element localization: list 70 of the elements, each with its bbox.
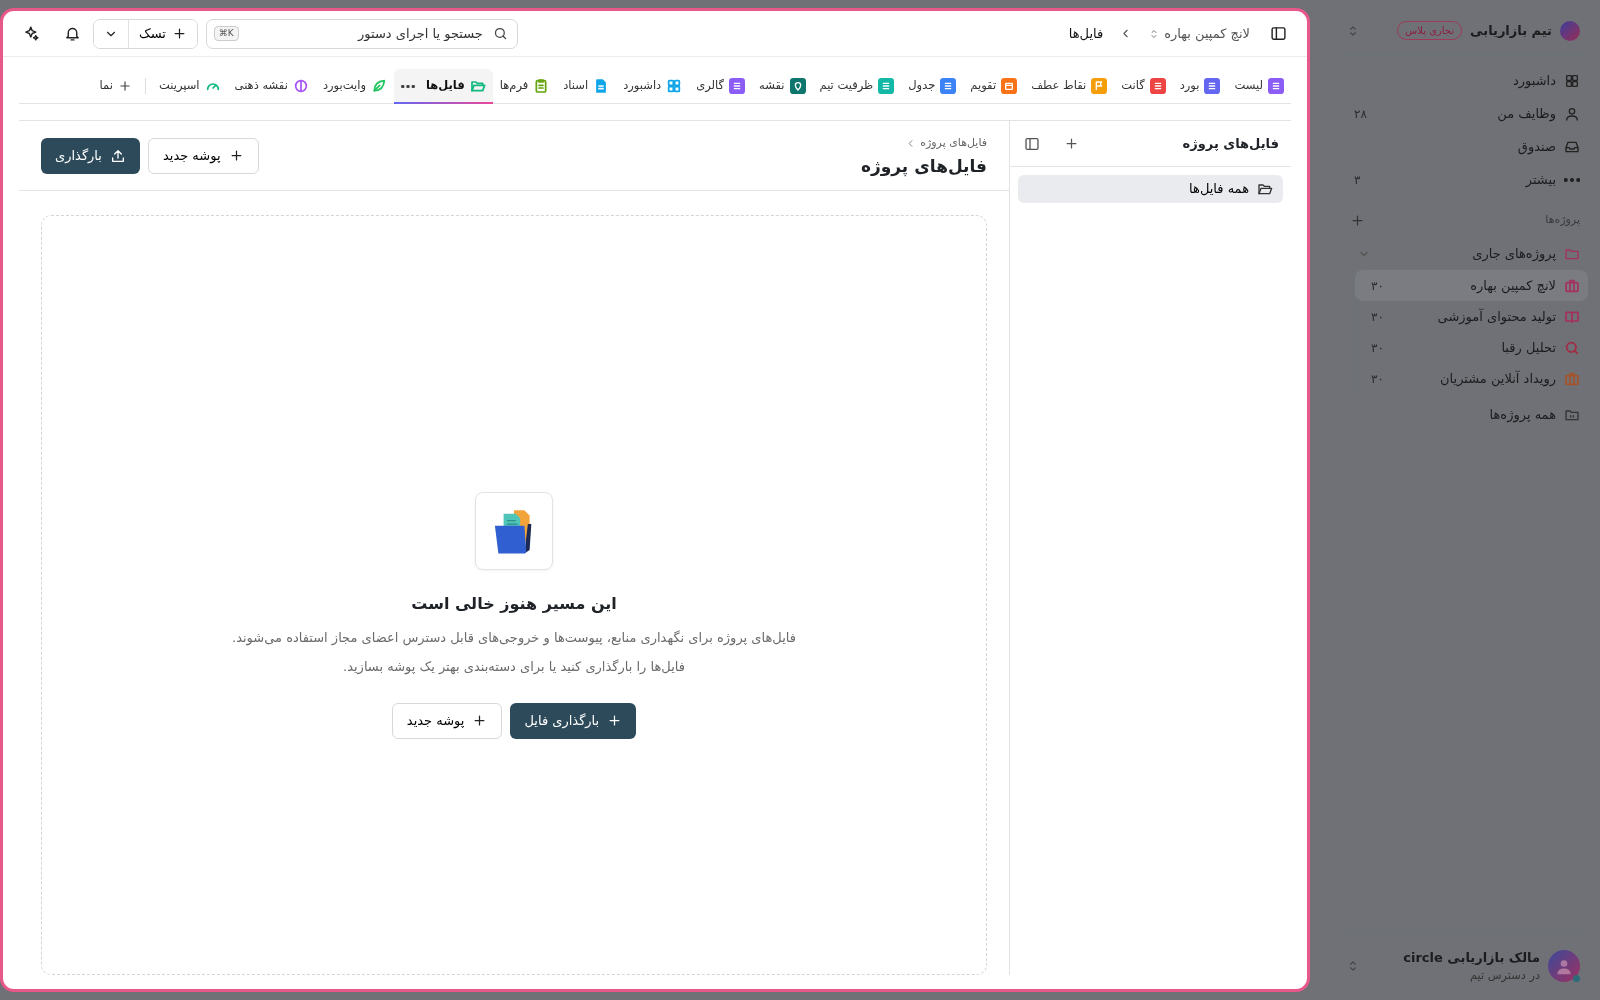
item-count: ۳۰ (1370, 370, 1384, 388)
workspace-logo (1560, 20, 1580, 41)
sidebar-item[interactable]: وظایف من ۲۸ (1338, 97, 1588, 130)
plus-icon (607, 713, 623, 728)
upload-icon (109, 147, 126, 164)
plus-icon (1064, 135, 1079, 151)
item-count: ۳۰ (1370, 308, 1384, 326)
breadcrumb-link[interactable]: فایل‌های پروژه (920, 135, 987, 152)
sidebar-toggle-icon (1024, 135, 1040, 152)
upload-file-button[interactable]: بارگذاری فایل (510, 702, 637, 739)
plus-icon (117, 79, 132, 93)
view-tab[interactable]: گالری (689, 69, 753, 103)
project-item[interactable]: تحلیل رقبا ۳۰ (1355, 332, 1588, 363)
sidebar-item[interactable]: صندوق (1338, 130, 1588, 163)
sidebar-item[interactable]: بیشتر ۳ (1338, 163, 1588, 196)
view-tab[interactable]: نقشه (752, 69, 813, 103)
new-folder-button[interactable]: پوشه جدید (391, 702, 503, 739)
item-count: ۳۰ (1370, 339, 1384, 357)
view-tab[interactable]: گانت (1114, 69, 1173, 103)
empty-state-title: این مسیر هنوز خالی است (411, 592, 617, 615)
project-item[interactable]: لانچ کمپین بهاره ۳۰ (1355, 270, 1588, 301)
more-icon (1564, 177, 1580, 182)
workspace-name: تیم بازاریابی (1470, 21, 1552, 40)
add-view-button[interactable]: نما (92, 69, 139, 103)
sparkle-icon (23, 25, 40, 42)
view-tab[interactable]: اسپرینت (151, 69, 228, 103)
plus-icon (228, 148, 244, 163)
empty-state-text: فایل‌های پروژه برای نگهداری منابع، پیوست‌ها و خروجی‌های قابل دسترس اعضای مجاز استفاده می‌شوند. (232, 628, 796, 647)
user-icon (1564, 105, 1580, 122)
view-tab[interactable]: تقویم (963, 69, 1025, 103)
item-count: ۳۰ (1370, 277, 1384, 295)
view-tab[interactable]: نقشه ذهنی (227, 69, 316, 103)
plus-icon (472, 713, 488, 728)
folder-item[interactable]: همه فایل‌ها (1018, 175, 1283, 203)
view-tab[interactable]: وایت‌بورد (315, 69, 394, 103)
page-title: فایل‌های پروژه (860, 155, 987, 176)
plus-icon (1350, 213, 1365, 228)
plus-icon (171, 26, 187, 41)
view-tab[interactable]: اسناد (556, 69, 617, 103)
view-tab[interactable]: ظرفیت تیم (812, 69, 902, 103)
breadcrumb-link[interactable]: فایل‌ها (1068, 23, 1104, 44)
view-tab[interactable]: جدول (901, 69, 964, 103)
folder-icon (1257, 181, 1273, 197)
project-item[interactable]: تولید محتوای آموزشی ۳۰ (1355, 301, 1588, 332)
panel-title: فایل‌های پروژه (1182, 134, 1279, 153)
user-name: مالک بازاریابی circle (1403, 948, 1540, 967)
sidebar-item[interactable]: داشبورد (1338, 64, 1588, 97)
search-icon (492, 25, 508, 41)
project-item[interactable]: رویداد آنلاین مشتریان ۳۰ (1355, 363, 1588, 394)
view-tab[interactable]: داشبورد (616, 69, 690, 103)
sidebar-item[interactable]: همه پروژه‌ها (1338, 398, 1588, 431)
status-dot (1573, 975, 1580, 982)
breadcrumb-link[interactable]: لانچ کمپین بهاره (1148, 23, 1250, 44)
sidebar-toggle-icon (1270, 25, 1287, 42)
section-heading: پروژه‌ها (1545, 212, 1580, 229)
view-tab[interactable]: نقاط عطف (1024, 69, 1115, 103)
item-count: ۳ (1353, 171, 1361, 189)
bell-icon (64, 25, 81, 42)
more-icon (400, 84, 415, 88)
empty-state-text: فایل‌ها را بارگذاری کنید یا برای دسته‌بندی بهتر یک پوشه بسازید. (343, 658, 685, 677)
view-tab[interactable]: فرم‌ها (492, 69, 557, 103)
user-status: در دسترس تیم (1468, 967, 1540, 985)
view-tab[interactable]: فایل‌ها (393, 69, 493, 103)
view-tab[interactable]: بورد (1172, 69, 1228, 103)
new-folder-button[interactable]: پوشه جدید (147, 137, 259, 174)
view-tab[interactable]: لیست (1227, 69, 1291, 103)
project-folder[interactable]: پروژه‌های جاری (1338, 237, 1588, 270)
upload-button[interactable]: بارگذاری (41, 137, 140, 174)
grid-icon (1564, 72, 1580, 89)
item-count: ۲۸ (1353, 105, 1367, 123)
